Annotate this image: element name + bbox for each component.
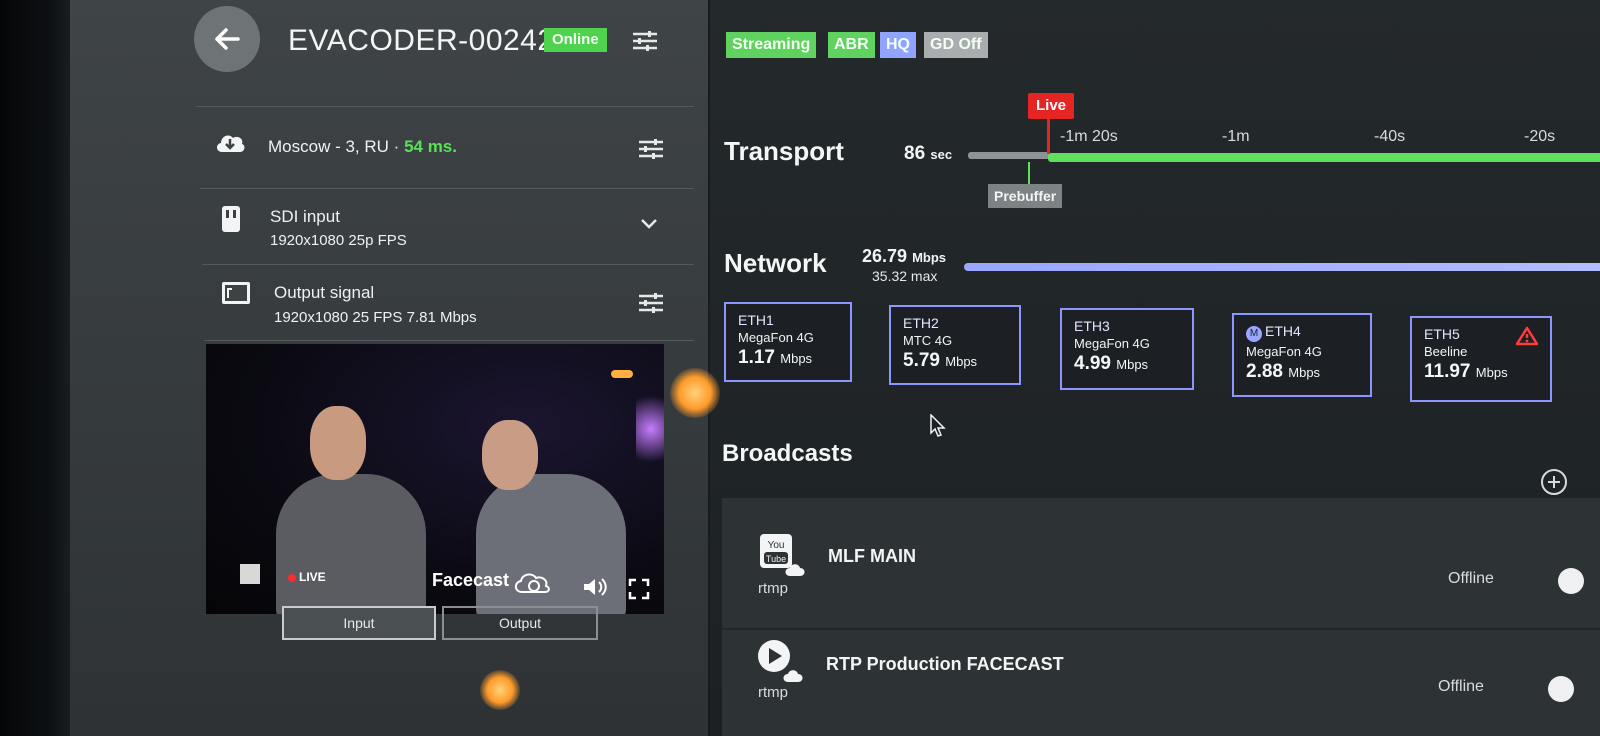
prebuffer-label: Prebuffer [988, 184, 1063, 208]
eth-rate: 5.79 Mbps [903, 350, 978, 371]
mouse-cursor-icon [930, 414, 946, 437]
status-badge: GD Off [924, 32, 988, 58]
timeline-stream [1048, 153, 1600, 162]
live-indicator: LIVE [288, 570, 326, 584]
timeline-tick: -40s [1374, 128, 1406, 145]
tab-output[interactable]: Output [442, 606, 598, 640]
timeline-tick: -1m 20s [1060, 128, 1118, 145]
monitor-bezel [0, 0, 70, 736]
arrow-left-icon [215, 28, 240, 50]
live-marker: Live [1028, 93, 1075, 119]
device-name: EVACODER-00242 [288, 24, 555, 57]
broadcast-status: Offline [1448, 570, 1494, 587]
eth-card[interactable]: M ETH4 MegaFon 4G 2.88 Mbps [1232, 313, 1372, 397]
broadcast-protocol: rtmp [758, 684, 788, 701]
stage-light [636, 384, 664, 474]
volume-icon[interactable] [582, 576, 608, 598]
status-badge: HQ [880, 32, 916, 58]
light-reflection [480, 670, 520, 710]
output-subtitle: 1920x1080 25 FPS 7.81 Mbps [274, 309, 477, 326]
row-separator [202, 264, 694, 265]
broadcast-name[interactable]: RTP Production FACECAST [826, 654, 1064, 675]
network-max: 35.32 max [872, 268, 938, 284]
eth-card[interactable]: ETH5 Beeline 11.97 Mbps [1410, 316, 1552, 402]
server-row: Moscow - 3, RU · 54 ms. [268, 137, 457, 157]
eth-rate: 4.99 Mbps [1074, 353, 1149, 374]
stop-icon[interactable] [240, 564, 260, 584]
warning-triangle-icon [1516, 326, 1538, 346]
eth-carrier: MegaFon 4G [1246, 344, 1322, 359]
eth-card[interactable]: ETH2 MTC 4G 5.79 Mbps [889, 305, 1021, 385]
row-separator [196, 106, 694, 107]
eth-rate: 11.97 Mbps [1424, 361, 1508, 382]
light-reflection [670, 368, 720, 418]
eth-card[interactable]: ETH3 MegaFon 4G 4.99 Mbps [1060, 308, 1194, 390]
live-marker-line [1047, 118, 1050, 154]
plus-circle-icon[interactable] [1540, 468, 1568, 496]
back-button[interactable] [194, 6, 260, 72]
sliders-icon[interactable] [638, 292, 664, 314]
broadcast-status: Offline [1438, 678, 1484, 695]
youtube-icon: You Tube [760, 534, 805, 576]
mobile-badge-icon: M [1246, 326, 1262, 342]
video-preview[interactable]: LIVE Facecast [206, 344, 664, 614]
timeline-buffer [968, 152, 1050, 159]
eth-name: M ETH4 [1246, 323, 1358, 342]
status-badge: Streaming [726, 32, 817, 58]
network-title: Network [724, 248, 827, 278]
eth-rate: 2.88 Mbps [1246, 361, 1321, 382]
timeline-tick: -1m [1222, 128, 1250, 145]
fullscreen-icon[interactable] [628, 578, 650, 600]
broadcasts-list [722, 498, 1600, 736]
input-subtitle: 1920x1080 25p FPS [270, 232, 407, 249]
eth-rate: 1.17 Mbps [738, 347, 813, 368]
eth-card[interactable]: ETH1 MegaFon 4G 1.17 Mbps [724, 302, 852, 382]
broadcast-name[interactable]: MLF MAIN [828, 546, 916, 567]
online-badge: Online [544, 28, 607, 52]
broadcasts-title: Broadcasts [722, 440, 853, 467]
eth-carrier: MTC 4G [903, 333, 953, 348]
eth-carrier: MegaFon 4G [1074, 336, 1150, 351]
broadcast-toggle[interactable] [1558, 568, 1584, 594]
eth-carrier: Beeline [1424, 344, 1468, 359]
row-separator [204, 340, 694, 341]
eth-carrier: MegaFon 4G [738, 330, 814, 345]
performer-head [310, 406, 366, 480]
stage-light [611, 370, 633, 378]
timeline-tick: -20s [1524, 128, 1556, 145]
brand-watermark: Facecast [432, 570, 510, 590]
sliders-icon[interactable] [632, 30, 658, 52]
transport-seconds: 86 sec [904, 143, 953, 164]
broadcast-protocol: rtmp [758, 580, 788, 597]
broadcast-toggle[interactable] [1548, 676, 1574, 702]
server-separator: · [393, 137, 400, 156]
live-dot-icon [288, 573, 296, 582]
output-title: Output signal [274, 283, 375, 302]
display-icon [222, 282, 250, 304]
play-icon [758, 640, 803, 682]
chevron-down-icon[interactable] [640, 218, 658, 230]
svg-text:Tube: Tube [766, 554, 786, 564]
svg-text:You: You [768, 540, 785, 551]
sliders-icon[interactable] [638, 138, 664, 160]
network-bar [964, 263, 1600, 271]
server-latency: 54 ms. [404, 137, 457, 156]
performer [276, 474, 426, 614]
transport-title: Transport [724, 136, 844, 166]
eth-name: ETH1 [738, 312, 774, 328]
eth-name: ETH2 [903, 315, 939, 331]
facecast-logo-icon [514, 573, 550, 593]
network-rate: 26.79 Mbps [862, 246, 947, 266]
broadcast-separator [722, 628, 1600, 630]
sdi-port-icon [222, 206, 240, 232]
status-badge: ABR [828, 32, 875, 58]
cloud-download-icon [216, 135, 245, 152]
row-separator [200, 188, 694, 189]
prebuffer-line [1028, 162, 1030, 184]
eth-name: ETH3 [1074, 318, 1110, 334]
server-label: Moscow - 3, RU [268, 137, 389, 156]
tab-input[interactable]: Input [282, 606, 436, 640]
input-title: SDI input [270, 207, 340, 226]
performer-head [482, 420, 538, 490]
